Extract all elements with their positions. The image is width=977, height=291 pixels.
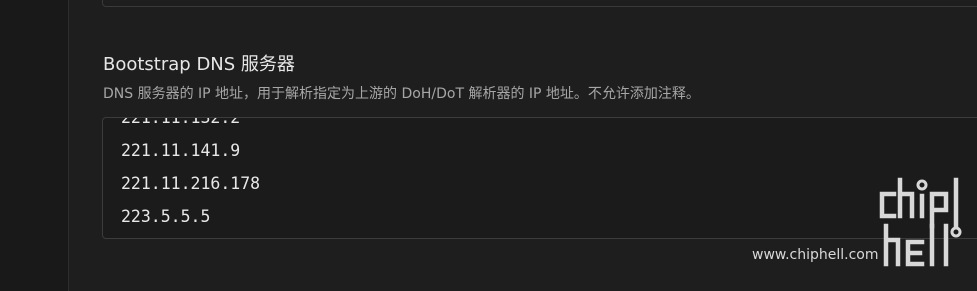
previous-input-field[interactable] [102,0,977,7]
bootstrap-dns-title: Bootstrap DNS 服务器 [103,54,295,75]
dns-server-line: 221.11.141.9 [121,141,241,160]
bootstrap-dns-description: DNS 服务器的 IP 地址，用于解析指定为上游的 DoH/DoT 解析器的 I… [103,86,700,102]
bootstrap-dns-textarea[interactable]: 221.11.132.2 221.11.141.9 221.11.216.178… [102,117,977,239]
dns-server-list: 221.11.132.2 221.11.141.9 221.11.216.178… [121,117,261,233]
chiphell-logo-icon [879,177,962,267]
sidebar-divider [68,0,69,291]
watermark-url: www.chiphell.com [752,247,879,263]
settings-page: Bootstrap DNS 服务器 DNS 服务器的 IP 地址，用于解析指定为… [0,0,977,291]
dns-server-line: 221.11.132.2 [121,117,241,127]
dns-server-line: 223.5.5.5 [121,207,211,226]
left-sidebar [0,0,68,291]
dns-server-line: 221.11.216.178 [121,174,261,193]
